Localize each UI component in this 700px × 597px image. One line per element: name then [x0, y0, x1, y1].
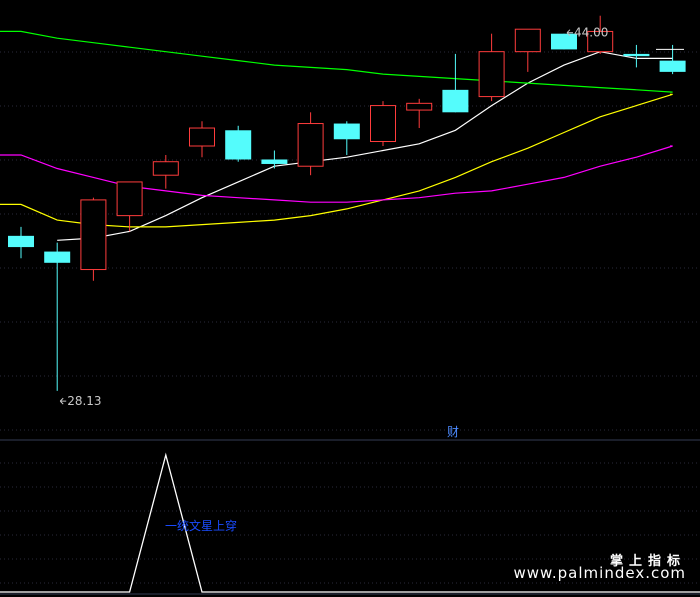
- candle-body-down: [225, 130, 252, 160]
- annotation-arrow: [59, 397, 67, 405]
- candle-body-down: [333, 123, 360, 140]
- signal-label: 一统文星上穿: [165, 518, 237, 533]
- price-annotation: 44.00: [574, 26, 608, 40]
- candle-body-up: [478, 51, 505, 98]
- candle-body-up: [152, 161, 179, 176]
- candle-body-up: [514, 28, 541, 53]
- price-annotation: 28.13: [67, 394, 101, 408]
- candle-body-up: [116, 181, 143, 217]
- candle-body-down: [8, 235, 34, 248]
- ma-line-3: [0, 145, 673, 203]
- candle-body-down: [442, 89, 469, 113]
- stock-chart: 44.00 28.13 财一统文星上穿: [0, 15, 700, 595]
- candle-body-up: [297, 123, 324, 167]
- candle-body-up: [80, 199, 107, 271]
- candle-body-up: [406, 102, 433, 111]
- candle-body-up: [370, 105, 396, 143]
- ma-line-1: [57, 51, 673, 241]
- watermark-url: www.palmindex.com: [513, 564, 686, 582]
- divider-label: 财: [447, 425, 459, 439]
- candle-body-down: [623, 53, 650, 57]
- candle-body-down: [44, 251, 71, 263]
- candle-body-down: [261, 159, 288, 164]
- candle-body-down: [659, 60, 686, 72]
- candle-body-up: [189, 127, 215, 147]
